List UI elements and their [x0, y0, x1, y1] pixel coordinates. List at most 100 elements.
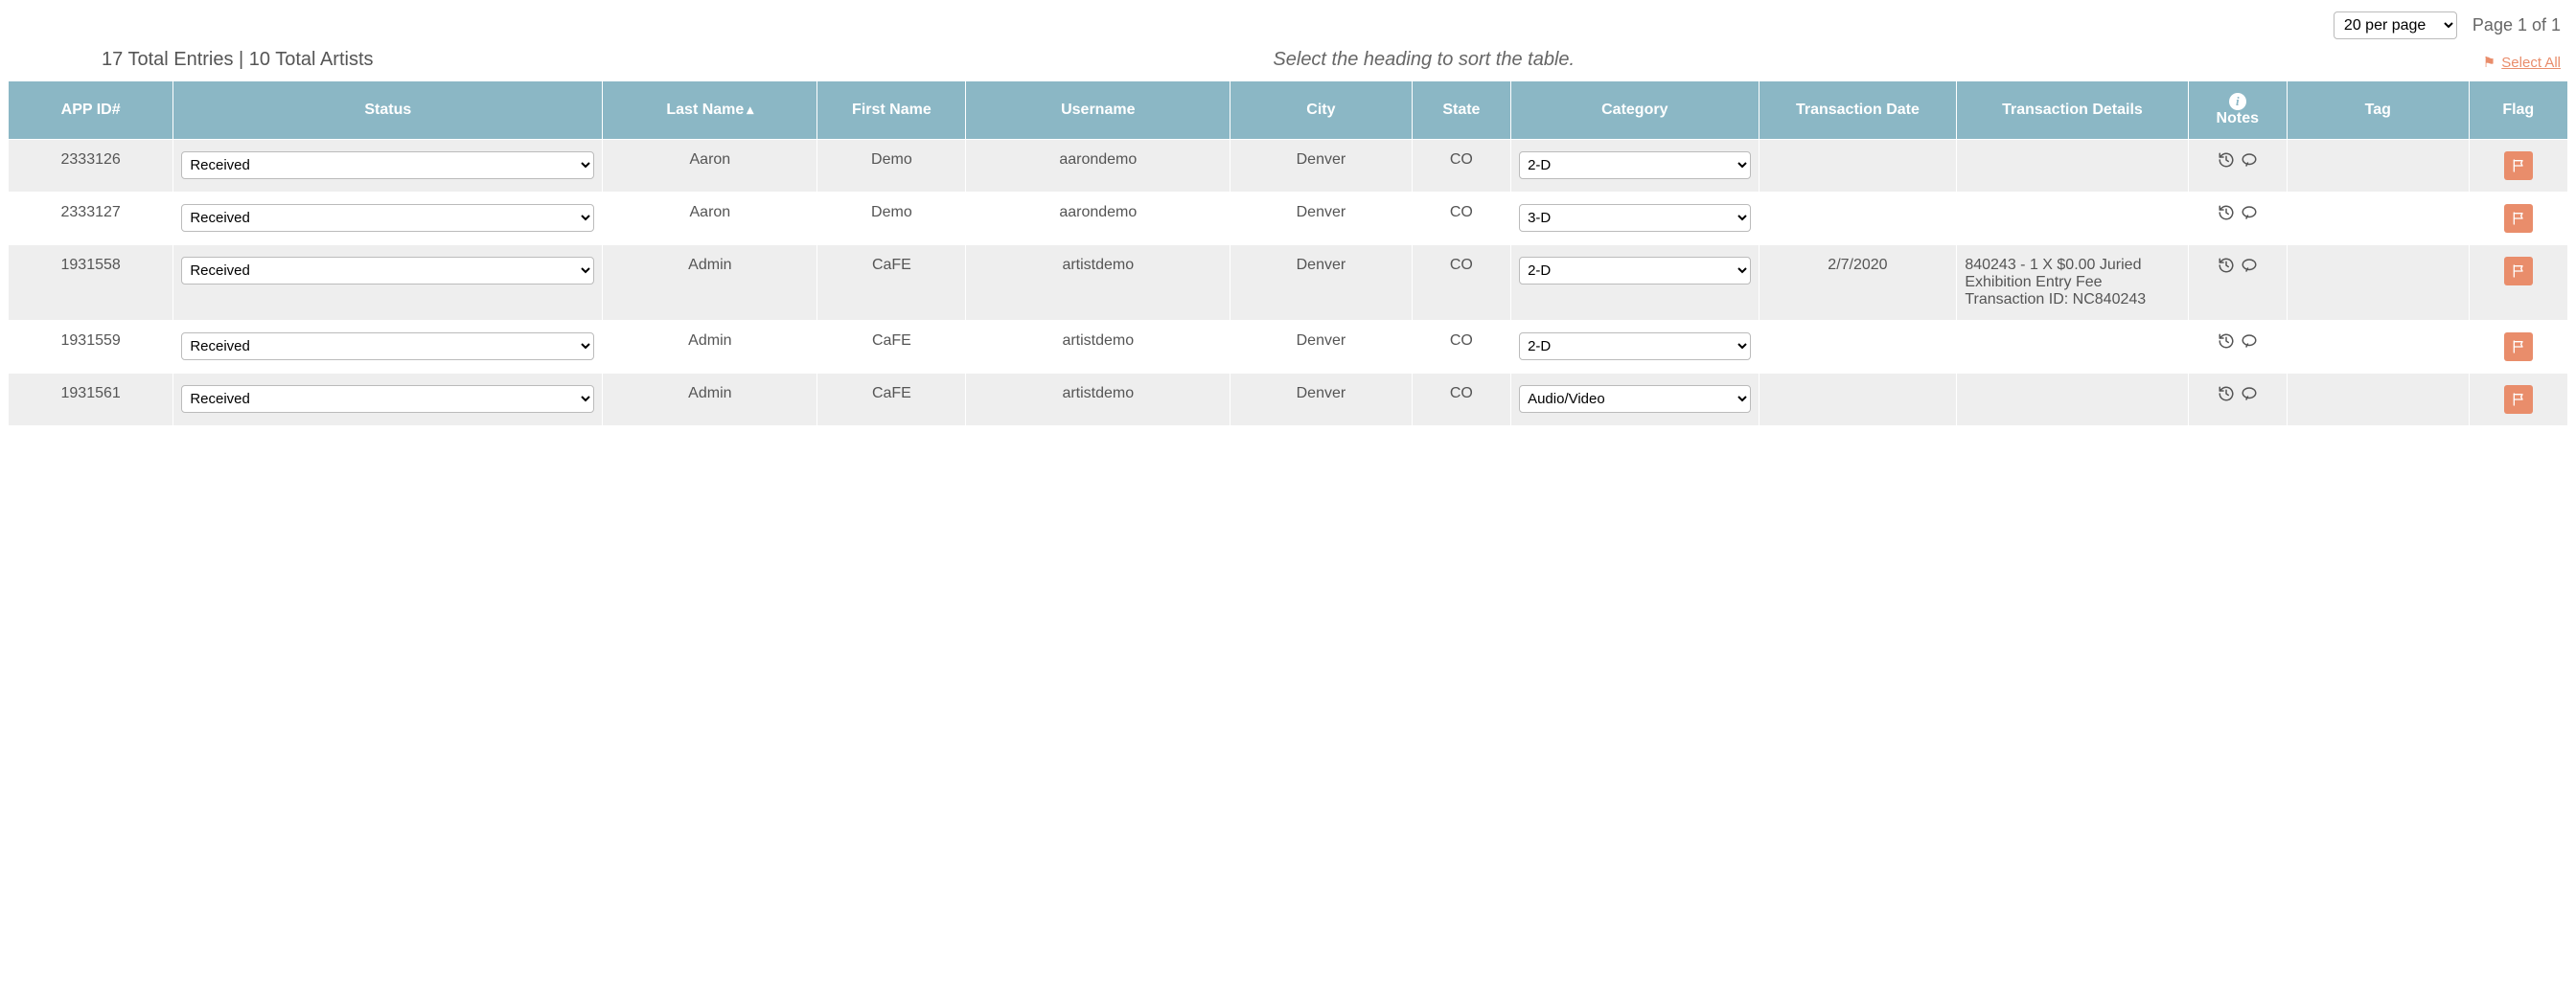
cell-category: 2-D3-DAudio/VideoPhotographyMixed Media — [1511, 374, 1759, 426]
page-of-label: Page 1 of 1 — [2472, 15, 2561, 35]
cell-username: artistdemo — [966, 374, 1230, 426]
cell-tag — [2287, 321, 2469, 374]
cell-state: CO — [1412, 321, 1510, 374]
col-tag[interactable]: Tag — [2287, 81, 2469, 140]
col-notes[interactable]: iNotes — [2188, 81, 2287, 140]
cell-category: 2-D3-DAudio/VideoPhotographyMixed Media — [1511, 245, 1759, 321]
cell-firstname: Demo — [817, 193, 966, 245]
col-status[interactable]: Status — [173, 81, 603, 140]
cell-appid: 1931558 — [9, 245, 173, 321]
cell-lastname: Admin — [603, 321, 817, 374]
per-page-select[interactable]: 10 per page20 per page50 per page100 per… — [2334, 11, 2457, 39]
comment-icon[interactable] — [2241, 151, 2258, 169]
comment-icon[interactable] — [2241, 204, 2258, 221]
flag-button[interactable] — [2504, 204, 2533, 233]
cell-category: 2-D3-DAudio/VideoPhotographyMixed Media — [1511, 140, 1759, 193]
cell-tag — [2287, 193, 2469, 245]
cell-tag — [2287, 140, 2469, 193]
cell-username: aarondemo — [966, 193, 1230, 245]
flag-button[interactable] — [2504, 257, 2533, 285]
cell-tdate — [1759, 374, 1957, 426]
col-tdate[interactable]: Transaction Date — [1759, 81, 1957, 140]
col-lastname[interactable]: Last Name — [603, 81, 817, 140]
cell-username: artistdemo — [966, 245, 1230, 321]
status-select[interactable]: ReceivedAcceptedNot AcceptedPendingWithd… — [181, 332, 594, 360]
cell-username: aarondemo — [966, 140, 1230, 193]
cell-notes — [2188, 245, 2287, 321]
col-city[interactable]: City — [1230, 81, 1413, 140]
cell-appid: 2333127 — [9, 193, 173, 245]
table-row: 1931558 ReceivedAcceptedNot AcceptedPendi… — [9, 245, 2568, 321]
cell-tdate — [1759, 140, 1957, 193]
col-firstname[interactable]: First Name — [817, 81, 966, 140]
cell-flag — [2469, 321, 2567, 374]
category-select[interactable]: 2-D3-DAudio/VideoPhotographyMixed Media — [1519, 332, 1750, 360]
select-all-link[interactable]: Select All — [2501, 55, 2561, 71]
cell-city: Denver — [1230, 140, 1413, 193]
entries-table: APP ID# Status Last Name First Name User… — [8, 80, 2568, 426]
flag-button[interactable] — [2504, 385, 2533, 414]
table-row: 1931561 ReceivedAcceptedNot AcceptedPendi… — [9, 374, 2568, 426]
flag-icon: ⚑ — [2483, 55, 2496, 71]
cell-appid: 1931559 — [9, 321, 173, 374]
cell-firstname: CaFE — [817, 321, 966, 374]
category-select[interactable]: 2-D3-DAudio/VideoPhotographyMixed Media — [1519, 204, 1750, 232]
history-icon[interactable] — [2218, 385, 2235, 402]
col-tdetails[interactable]: Transaction Details — [1957, 81, 2188, 140]
cell-flag — [2469, 193, 2567, 245]
cell-tdetails: 840243 - 1 X $0.00 Juried Exhibition Ent… — [1957, 245, 2188, 321]
cell-flag — [2469, 140, 2567, 193]
table-row: 2333126ReceivedAcceptedNot AcceptedPendi… — [9, 140, 2568, 193]
cell-notes — [2188, 374, 2287, 426]
cell-state: CO — [1412, 374, 1510, 426]
history-icon[interactable] — [2218, 204, 2235, 221]
cell-tdate: 2/7/2020 — [1759, 245, 1957, 321]
cell-tdetails — [1957, 140, 2188, 193]
status-select[interactable]: ReceivedAcceptedNot AcceptedPendingWithd… — [181, 385, 594, 413]
sort-asc-icon — [744, 102, 753, 118]
status-select[interactable]: ReceivedAcceptedNot AcceptedPendingWithd… — [181, 204, 594, 232]
history-icon[interactable] — [2218, 257, 2235, 274]
cell-state: CO — [1412, 245, 1510, 321]
cell-category: 2-D3-DAudio/VideoPhotographyMixed Media — [1511, 321, 1759, 374]
cell-lastname: Aaron — [603, 140, 817, 193]
flag-button[interactable] — [2504, 332, 2533, 361]
category-select[interactable]: 2-D3-DAudio/VideoPhotographyMixed Media — [1519, 151, 1750, 179]
cell-notes — [2188, 193, 2287, 245]
cell-city: Denver — [1230, 245, 1413, 321]
cell-flag — [2469, 374, 2567, 426]
table-row: 1931559 ReceivedAcceptedNot AcceptedPendi… — [9, 321, 2568, 374]
col-username[interactable]: Username — [966, 81, 1230, 140]
cell-tdetails — [1957, 193, 2188, 245]
history-icon[interactable] — [2218, 151, 2235, 169]
cell-tdate — [1759, 321, 1957, 374]
category-select[interactable]: 2-D3-DAudio/VideoPhotographyMixed Media — [1519, 257, 1750, 285]
cell-notes — [2188, 321, 2287, 374]
comment-icon[interactable] — [2241, 257, 2258, 274]
cell-status: ReceivedAcceptedNot AcceptedPendingWithd… — [173, 140, 603, 193]
cell-city: Denver — [1230, 193, 1413, 245]
cell-state: CO — [1412, 140, 1510, 193]
col-appid[interactable]: APP ID# — [9, 81, 173, 140]
cell-notes — [2188, 140, 2287, 193]
cell-city: Denver — [1230, 374, 1413, 426]
history-icon[interactable] — [2218, 332, 2235, 350]
cell-city: Denver — [1230, 321, 1413, 374]
comment-icon[interactable] — [2241, 385, 2258, 402]
cell-lastname: Aaron — [603, 193, 817, 245]
col-category[interactable]: Category — [1511, 81, 1759, 140]
info-icon: i — [2229, 93, 2246, 110]
status-select[interactable]: ReceivedAcceptedNot AcceptedPendingWithd… — [181, 257, 594, 285]
flag-button[interactable] — [2504, 151, 2533, 180]
cell-firstname: CaFE — [817, 245, 966, 321]
col-state[interactable]: State — [1412, 81, 1510, 140]
cell-appid: 1931561 — [9, 374, 173, 426]
table-row: 2333127 ReceivedAcceptedNot AcceptedPendi… — [9, 193, 2568, 245]
cell-status: ReceivedAcceptedNot AcceptedPendingWithd… — [173, 245, 603, 321]
cell-firstname: CaFE — [817, 374, 966, 426]
col-flag[interactable]: Flag — [2469, 81, 2567, 140]
status-select[interactable]: ReceivedAcceptedNot AcceptedPendingWithd… — [181, 151, 594, 179]
category-select[interactable]: 2-D3-DAudio/VideoPhotographyMixed Media — [1519, 385, 1750, 413]
comment-icon[interactable] — [2241, 332, 2258, 350]
cell-lastname: Admin — [603, 245, 817, 321]
